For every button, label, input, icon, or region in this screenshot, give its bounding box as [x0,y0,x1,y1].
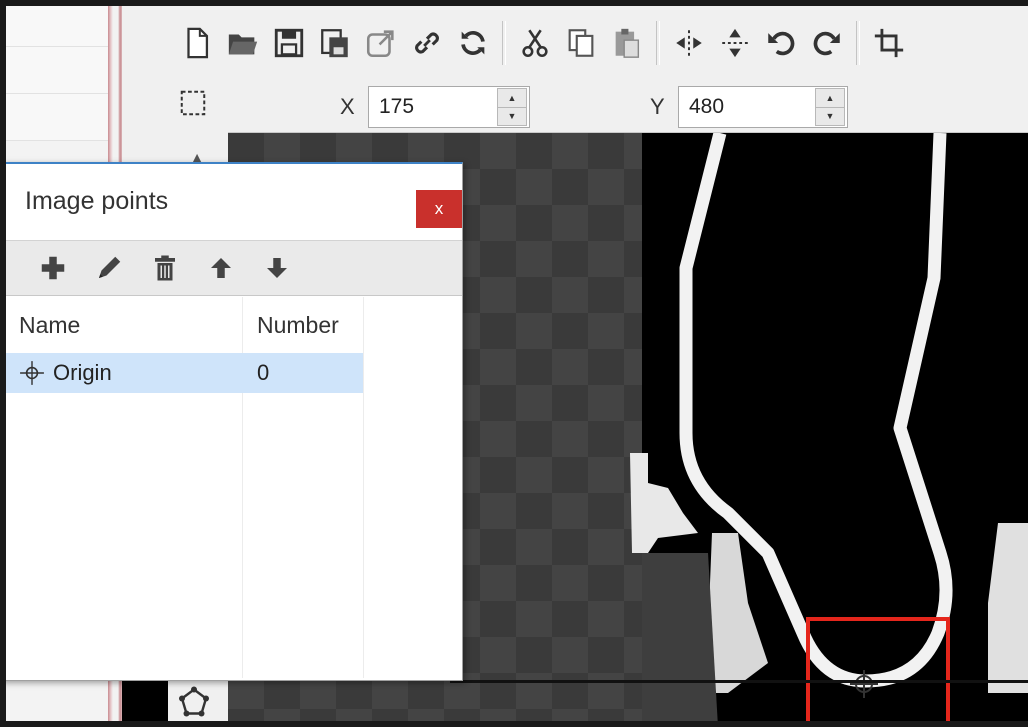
new-file-icon[interactable] [174,20,220,66]
crop-icon[interactable] [866,20,912,66]
delete-icon[interactable] [147,250,183,286]
close-icon: x [434,199,444,218]
refresh-icon[interactable] [450,20,496,66]
rotate-left-icon[interactable] [758,20,804,66]
dialog-titlebar[interactable]: Image points x [1,164,462,240]
main-toolbar: X 175 ▲ ▼ Y 480 ▲ ▼ [168,0,1028,133]
flip-vertical-icon[interactable] [712,20,758,66]
open-folder-icon[interactable] [220,20,266,66]
move-down-icon[interactable] [259,250,295,286]
y-down-icon[interactable]: ▼ [816,106,844,126]
x-label: X [340,94,355,119]
image-points-dialog: Image points x Name Number Origin 0 [0,162,463,681]
move-up-icon[interactable] [203,250,239,286]
column-header-number[interactable]: Number [257,297,339,353]
crosshair-icon [20,361,44,385]
cut-icon[interactable] [512,20,558,66]
x-spinbox[interactable]: 175 ▲ ▼ [368,86,530,128]
save-icon[interactable] [266,20,312,66]
row-number[interactable]: 0 [257,353,269,393]
x-down-icon[interactable]: ▼ [498,106,526,126]
export-icon[interactable] [358,20,404,66]
flip-horizontal-icon[interactable] [666,20,712,66]
x-value[interactable]: 175 [369,95,497,119]
add-icon[interactable] [35,250,71,286]
app-window: X 175 ▲ ▼ Y 480 ▲ ▼ ▲ Image points x Nam… [0,0,1028,727]
column-header-name[interactable]: Name [19,297,80,353]
row-name-cell[interactable]: Origin [19,353,112,393]
close-button[interactable]: x [416,190,462,228]
canvas-border [450,680,1028,683]
y-up-icon[interactable]: ▲ [816,89,844,107]
y-spinbox[interactable]: 480 ▲ ▼ [678,86,848,128]
link-icon[interactable] [404,20,450,66]
copy-icon[interactable] [558,20,604,66]
rotate-right-icon[interactable] [804,20,850,66]
scroll-up-icon[interactable]: ▲ [190,150,204,164]
dialog-title: Image points [25,187,169,215]
polygon-tool-icon[interactable] [176,685,212,721]
points-table: Name Number Origin 0 [1,297,462,678]
y-label: Y [650,94,665,119]
edit-icon[interactable] [91,250,127,286]
x-up-icon[interactable]: ▲ [498,89,526,107]
paste-icon[interactable] [604,20,650,66]
row-name: Origin [53,360,112,385]
dialog-toolbar [1,240,462,296]
save-all-icon[interactable] [312,20,358,66]
y-value[interactable]: 480 [679,95,815,119]
selection-tool-icon[interactable] [178,88,208,118]
